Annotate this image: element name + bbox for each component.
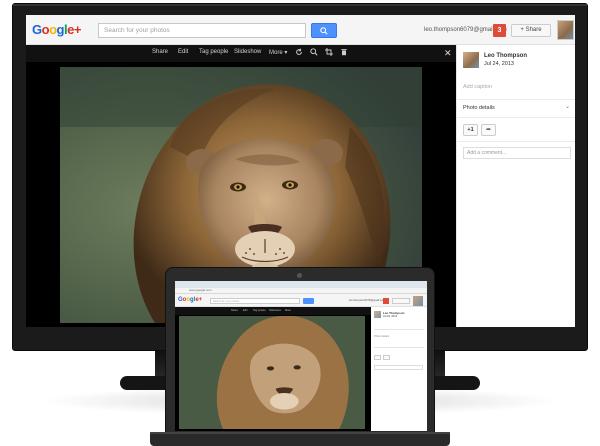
toolbar-more-label: More xyxy=(269,50,283,56)
google-plus-header: Google+ Search for your photos leo.thomp… xyxy=(26,15,575,45)
device-showcase: Google+ Search for your photos leo.thomp… xyxy=(0,0,600,446)
photo-date: Jul 24, 2013 xyxy=(383,315,398,318)
divider xyxy=(457,117,575,118)
toolbar-slideshow[interactable]: Slideshow xyxy=(234,49,261,55)
photo-toolbar: Share Edit Tag people Slideshow More xyxy=(175,307,371,315)
chevron-down-icon: ▾ xyxy=(284,50,288,56)
share-arrow-icon[interactable]: ➦ xyxy=(481,124,496,136)
add-caption-link[interactable]: Add caption xyxy=(463,84,492,90)
search-button[interactable] xyxy=(303,298,314,304)
toolbar-tag-people[interactable]: Tag people xyxy=(253,309,266,312)
photo-details-toggle[interactable]: Photo details xyxy=(463,105,495,111)
account-avatar[interactable] xyxy=(413,296,423,306)
laptop-screen: www.google.com Google+ Search for your p… xyxy=(175,281,427,431)
crop-icon[interactable] xyxy=(324,48,333,57)
divider xyxy=(374,347,424,348)
lion-photo[interactable] xyxy=(179,316,365,429)
photo-side-panel: Leo Thompson Jul 24, 2013 Add caption Ph… xyxy=(456,45,575,327)
google-plus-logo[interactable]: Google+ xyxy=(32,22,81,37)
notification-badge[interactable] xyxy=(383,298,389,304)
account-email[interactable]: leo.thompson6079@gmail.com xyxy=(349,299,385,302)
comment-input[interactable]: Add a comment... xyxy=(463,147,571,159)
share-arrow-icon[interactable] xyxy=(383,355,390,360)
divider xyxy=(457,99,575,100)
author-avatar[interactable] xyxy=(463,52,479,68)
toolbar-tag-people[interactable]: Tag people xyxy=(199,49,228,55)
laptop: www.google.com Google+ Search for your p… xyxy=(165,267,435,435)
laptop-photo-viewer: Share Edit Tag people Slideshow More xyxy=(175,307,371,431)
laptop-hinge xyxy=(150,432,450,434)
plus-one-button[interactable]: +1 xyxy=(463,124,478,136)
photo-toolbar: Share Edit Tag people Slideshow More ▾ ✕ xyxy=(26,45,456,62)
author-avatar[interactable] xyxy=(374,311,381,318)
browser-url[interactable]: www.google.com xyxy=(189,288,212,292)
rotate-icon[interactable] xyxy=(294,48,303,57)
search-button[interactable] xyxy=(311,23,337,38)
photo-details-toggle[interactable]: Photo details xyxy=(374,335,389,338)
toolbar-edit[interactable]: Edit xyxy=(243,309,247,312)
laptop-side-panel: Leo Thompson Jul 24, 2013 Photo details xyxy=(371,307,427,431)
comment-input[interactable] xyxy=(374,365,423,370)
laptop-keyboard-base xyxy=(150,432,450,446)
toolbar-edit[interactable]: Edit xyxy=(178,49,188,55)
google-plus-logo[interactable]: Google+ xyxy=(178,297,202,303)
search-icon xyxy=(320,27,328,35)
divider xyxy=(457,141,575,142)
browser-tab-bar[interactable] xyxy=(175,281,427,288)
share-button[interactable]: + Share xyxy=(511,24,551,37)
delete-icon[interactable] xyxy=(339,48,348,57)
photo-date: Jul 24, 2013 xyxy=(484,61,514,67)
toolbar-share[interactable]: Share xyxy=(152,49,168,55)
monitor-bezel-highlight xyxy=(13,4,587,6)
divider xyxy=(374,329,424,330)
lion-illustration xyxy=(179,316,365,429)
laptop-google-plus-header: Google+ Search for your photos leo.thomp… xyxy=(175,294,427,307)
chevron-down-icon[interactable]: ⌄ xyxy=(565,103,570,110)
zoom-icon[interactable] xyxy=(309,48,318,57)
plus-one-button[interactable] xyxy=(374,355,381,360)
search-input[interactable]: Search for your photos xyxy=(98,23,306,38)
notification-badge[interactable]: 3 xyxy=(493,24,506,37)
toolbar-more[interactable]: More ▾ xyxy=(269,49,287,56)
toolbar-slideshow[interactable]: Slideshow xyxy=(269,309,281,312)
close-icon[interactable]: ✕ xyxy=(444,47,452,59)
toolbar-share[interactable]: Share xyxy=(231,309,238,312)
author-name[interactable]: Leo Thompson xyxy=(484,53,527,59)
share-button[interactable] xyxy=(392,298,410,304)
account-avatar[interactable] xyxy=(557,20,574,40)
toolbar-more[interactable]: More xyxy=(285,309,291,312)
search-input[interactable]: Search for your photos xyxy=(210,298,300,304)
webcam-icon xyxy=(297,273,302,278)
